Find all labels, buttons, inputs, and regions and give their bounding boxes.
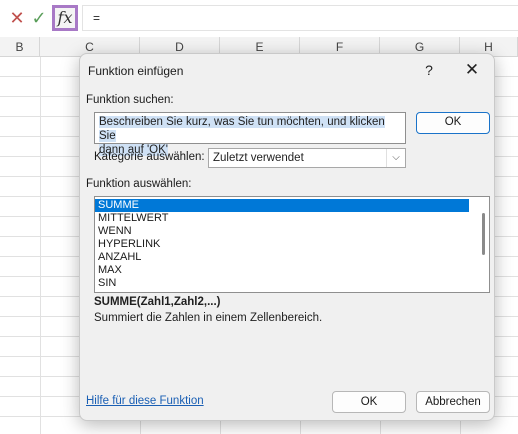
column-header-b[interactable]: B [0,37,40,57]
cancel-icon[interactable]: ✕ [8,8,26,28]
list-item[interactable]: WENN [95,225,469,238]
chevron-down-icon[interactable]: ⌵ [386,149,405,167]
function-description: Summiert die Zahlen in einem Zellenberei… [94,312,323,324]
enter-icon[interactable]: ✓ [30,8,48,28]
insert-function-dialog: Funktion einfügen ? ✕ Funktion suchen: B… [79,53,495,421]
search-label: Funktion suchen: [86,94,174,106]
search-input[interactable]: Beschreiben Sie kurz, was Sie tun möchte… [94,112,406,156]
help-link[interactable]: Hilfe für diese Funktion [86,395,204,407]
list-scrollbar[interactable] [482,213,485,255]
category-label: Kategorie auswählen: [94,151,205,163]
dialog-title: Funktion einfügen [88,64,184,78]
category-select[interactable]: Zuletzt verwendet ⌵ [208,148,406,168]
function-list-label: Funktion auswählen: [86,178,192,190]
function-list[interactable]: SUMME MITTELWERT WENN HYPERLINK ANZAHL M… [94,196,490,293]
insert-function-button[interactable]: fx [52,5,78,31]
search-ok-button[interactable]: OK [416,112,490,134]
list-item[interactable]: SIN [95,277,469,290]
list-item[interactable]: MAX [95,264,469,277]
cancel-button[interactable]: Abbrechen [416,391,490,413]
formula-input[interactable]: = [82,5,518,31]
list-item[interactable]: HYPERLINK [95,238,469,251]
list-item[interactable]: ANZAHL [95,251,469,264]
close-icon[interactable]: ✕ [462,60,482,80]
list-item[interactable]: MITTELWERT [95,212,469,225]
search-text-line1: Beschreiben Sie kurz, was Sie tun möchte… [99,116,385,142]
function-signature: SUMME(Zahl1,Zahl2,...) [94,296,221,308]
category-value: Zuletzt verwendet [213,152,304,164]
help-icon[interactable]: ? [420,60,438,80]
formula-bar: ✕ ✓ fx = [0,0,518,36]
ok-button[interactable]: OK [332,391,406,413]
list-item[interactable]: SUMME [95,199,469,212]
grid-line [40,57,41,434]
